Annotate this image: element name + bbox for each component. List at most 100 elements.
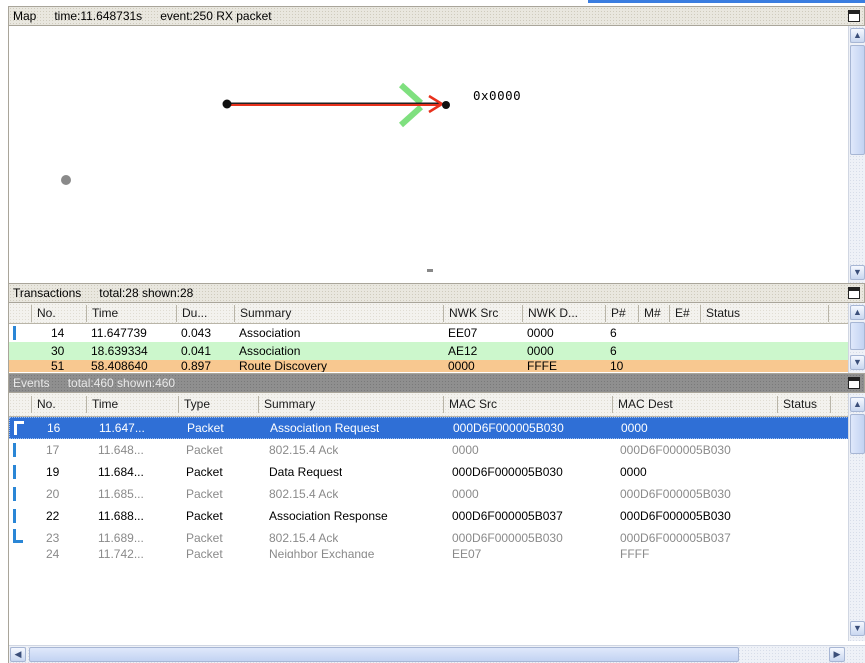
- scroll-down-icon[interactable]: ▼: [850, 355, 865, 370]
- event-mac-src: EE07: [452, 549, 482, 558]
- transaction-summary: Route Discovery: [239, 360, 328, 372]
- event-marker: [13, 529, 23, 543]
- transaction-p: 6: [610, 326, 617, 340]
- event-time: 11.688...: [98, 509, 144, 523]
- sniffer-window: Map time:11.648731s event:250 RX packet …: [8, 6, 865, 663]
- transactions-col-e[interactable]: E#: [669, 305, 700, 322]
- event-no: 23: [46, 531, 60, 545]
- transactions-col-summary[interactable]: Summary: [234, 305, 443, 322]
- transaction-row[interactable]: 14 11.647739 0.043 Association EE07 0000…: [9, 324, 849, 342]
- events-col-summary[interactable]: Summary: [258, 396, 443, 413]
- event-no: 17: [46, 443, 60, 457]
- transactions-col-duration[interactable]: Du...: [176, 305, 234, 322]
- events-count: total:460 shown:460: [67, 376, 176, 390]
- transactions-col-m[interactable]: M#: [638, 305, 669, 322]
- event-type: Packet: [186, 549, 223, 558]
- events-scroll-thumb[interactable]: [850, 414, 865, 454]
- transactions-maximize-icon[interactable]: [848, 287, 860, 299]
- event-no: 22: [46, 509, 60, 523]
- event-mac-src: 000D6F000005B037: [452, 509, 563, 523]
- event-type: Packet: [187, 421, 224, 435]
- event-no: 16: [47, 421, 61, 435]
- events-col-no[interactable]: No.: [31, 396, 86, 413]
- transaction-nwk-dest: 0000: [527, 344, 554, 358]
- map-small-mark: [427, 269, 433, 272]
- events-horizontal-scrollbar[interactable]: ◀ ▶: [9, 645, 865, 663]
- map-panel-header: Map time:11.648731s event:250 RX packet: [8, 6, 865, 26]
- scroll-left-icon[interactable]: ◀: [10, 647, 26, 662]
- map-vertical-scrollbar[interactable]: ▲ ▼: [848, 26, 865, 283]
- events-col-mac-dest[interactable]: MAC Dest: [612, 396, 777, 413]
- events-col-status[interactable]: Status: [777, 396, 831, 413]
- event-no: 24: [46, 549, 60, 558]
- events-col-time[interactable]: Time: [86, 396, 178, 413]
- event-row[interactable]: 20 11.685... Packet 802.15.4 Ack 0000 00…: [9, 483, 849, 505]
- events-col-mac-src[interactable]: MAC Src: [443, 396, 612, 413]
- events-maximize-icon[interactable]: [848, 377, 860, 389]
- transactions-col-time[interactable]: Time: [86, 305, 176, 322]
- event-mac-src: 000D6F000005B030: [452, 531, 563, 545]
- event-summary: 802.15.4 Ack: [269, 487, 339, 501]
- events-header-row: No. Time Type Summary MAC Src MAC Dest S…: [9, 393, 849, 417]
- transaction-no: 14: [51, 326, 65, 340]
- event-time: 11.647...: [99, 421, 145, 435]
- scroll-up-icon[interactable]: ▲: [850, 305, 865, 320]
- scroll-down-icon[interactable]: ▼: [850, 621, 865, 636]
- event-no: 20: [46, 487, 60, 501]
- event-mac-dest: 000D6F000005B030: [620, 509, 731, 523]
- source-node[interactable]: [222, 99, 232, 109]
- event-mac-src: 0000: [452, 443, 479, 457]
- transaction-p: 6: [610, 344, 617, 358]
- map-scroll-thumb[interactable]: [850, 45, 865, 155]
- map-maximize-icon[interactable]: [848, 10, 860, 22]
- transactions-col-nwk-dest[interactable]: NWK D...: [522, 305, 605, 322]
- transactions-vertical-scrollbar[interactable]: ▲ ▼: [848, 303, 865, 373]
- event-time: 11.648...: [98, 443, 144, 457]
- scroll-up-icon[interactable]: ▲: [850, 28, 865, 43]
- scroll-right-icon[interactable]: ▶: [829, 647, 845, 662]
- scroll-down-icon[interactable]: ▼: [850, 265, 865, 280]
- events-panel-title: Events: [13, 376, 50, 390]
- transactions-col-nwk-src[interactable]: NWK Src: [443, 305, 522, 322]
- event-row[interactable]: 19 11.684... Packet Data Request 000D6F0…: [9, 461, 849, 483]
- map-canvas: [61, 82, 450, 272]
- transactions-count: total:28 shown:28: [99, 286, 194, 300]
- event-row[interactable]: 23 11.689... Packet 802.15.4 Ack 000D6F0…: [9, 527, 849, 549]
- idle-node[interactable]: [61, 175, 71, 185]
- event-row[interactable]: 17 11.648... Packet 802.15.4 Ack 0000 00…: [9, 439, 849, 461]
- event-time: 11.685...: [98, 487, 144, 501]
- transactions-panel-header: Transactions total:28 shown:28: [8, 283, 865, 303]
- window-accent-line: [588, 0, 865, 3]
- event-no: 19: [46, 465, 60, 479]
- transaction-row[interactable]: 51 58.408640 0.897 Route Discovery 0000 …: [9, 360, 849, 372]
- event-time: 11.689...: [98, 531, 144, 545]
- event-summary: 802.15.4 Ack: [269, 443, 339, 457]
- transaction-nwk-src: AE12: [448, 344, 478, 358]
- event-summary: Association Request: [270, 421, 380, 435]
- transactions-col-no[interactable]: No.: [31, 305, 86, 322]
- transaction-nwk-dest: 0000: [527, 326, 554, 340]
- transactions-col-p[interactable]: P#: [605, 305, 638, 322]
- event-summary: 802.15.4 Ack: [269, 531, 339, 545]
- transactions-panel-title: Transactions: [13, 286, 82, 300]
- event-row[interactable]: 22 11.688... Packet Association Response…: [9, 505, 849, 527]
- transactions-scroll-thumb[interactable]: [850, 322, 865, 350]
- events-panel-header: Events total:460 shown:460: [8, 373, 865, 393]
- transaction-row[interactable]: 30 18.639334 0.041 Association AE12 0000…: [9, 342, 849, 360]
- event-row-selected[interactable]: 16 11.647... Packet Association Request …: [9, 417, 849, 439]
- scroll-up-icon[interactable]: ▲: [850, 397, 865, 412]
- destination-node[interactable]: [442, 101, 450, 109]
- transactions-col-status[interactable]: Status: [700, 305, 829, 322]
- events-horizontal-thumb[interactable]: [29, 647, 739, 662]
- event-time: 11.684...: [98, 465, 144, 479]
- network-map[interactable]: 0x0000 ▲ ▼: [8, 26, 865, 283]
- events-col-type[interactable]: Type: [178, 396, 258, 413]
- transaction-time: 58.408640: [91, 360, 148, 372]
- event-mac-dest: 000D6F000005B030: [620, 487, 731, 501]
- event-mac-dest: 0000: [620, 465, 647, 479]
- transaction-nwk-src: EE07: [448, 326, 478, 340]
- events-vertical-scrollbar[interactable]: ▲ ▼: [848, 393, 865, 641]
- event-row[interactable]: 24 11.742... Packet Neighbor Exchange EE…: [9, 549, 849, 558]
- event-marker: [13, 509, 16, 523]
- transaction-no: 30: [51, 344, 65, 358]
